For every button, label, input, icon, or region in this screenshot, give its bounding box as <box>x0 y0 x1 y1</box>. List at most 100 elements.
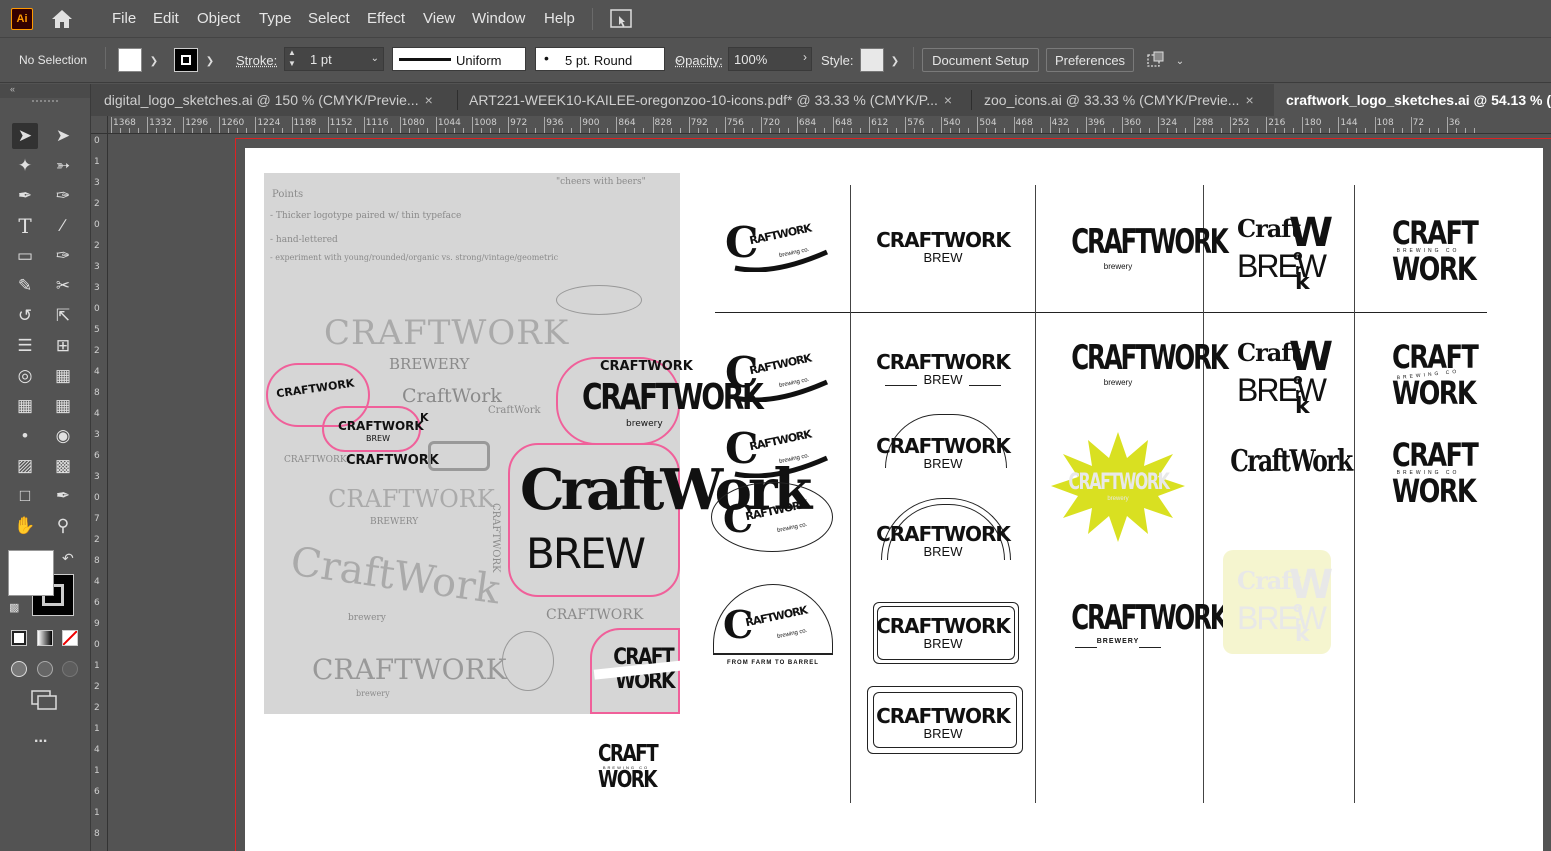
logo-cream-tile[interactable]: Craft W BREW o r k <box>1223 550 1333 654</box>
logo-craftwork-brew-5[interactable]: CRAFTWORK BREW <box>863 614 1023 651</box>
mesh-tool[interactable]: ▦ <box>12 393 38 419</box>
tab-craftwork-logo-sketches[interactable]: craftwork_logo_sketches.ai @ 54.13 % (C <box>1274 84 1551 116</box>
rotate-tool[interactable]: ↺ <box>12 303 38 329</box>
scissors-tool[interactable]: ✂ <box>50 273 76 299</box>
zoom-tool[interactable]: ⚲ <box>50 513 76 539</box>
menu-file[interactable]: File <box>112 10 136 27</box>
logo-arc-craftwork-3[interactable]: C RAFTWORK brewing co. <box>723 422 829 482</box>
draw-inside-icon[interactable] <box>62 661 78 677</box>
arrange-documents-button[interactable] <box>606 7 636 31</box>
panel-grip[interactable] <box>32 100 58 104</box>
warp-tool[interactable]: ☰ <box>12 333 38 359</box>
lasso-tool[interactable]: ➳ <box>50 153 76 179</box>
logo-starburst[interactable]: CRAFTWORK brewery <box>1049 430 1187 544</box>
artboard[interactable]: Points - Thicker logotype paired w/ thin… <box>245 148 1543 851</box>
logo-arc-craftwork-2[interactable]: C RAFTWORK brewing co. <box>723 346 829 406</box>
artboard-tool[interactable]: □ <box>12 483 38 509</box>
edit-toolbar-icon[interactable]: ... <box>34 729 47 747</box>
line-tool[interactable]: ∕ <box>50 213 76 239</box>
stepper-down-icon[interactable]: ▼ <box>288 59 296 68</box>
logo-craftwork-brewery-2[interactable]: CRAFTWORK brewery <box>1053 338 1229 387</box>
ruler-origin[interactable] <box>91 116 108 134</box>
logo-craft-w-stack-1[interactable]: Craft W BREW o r k <box>1235 210 1333 295</box>
close-icon[interactable]: × <box>425 92 433 108</box>
screen-mode-icon[interactable] <box>30 689 58 711</box>
opacity-field[interactable]: 100% › <box>728 47 812 71</box>
close-icon[interactable]: × <box>1245 92 1253 108</box>
gradient-mode-icon[interactable] <box>37 630 53 646</box>
color-mode-icon[interactable] <box>11 630 27 646</box>
brush-definition[interactable]: • 5 pt. Round ⌄ <box>535 47 684 71</box>
tab-digital-logo-sketches[interactable]: digital_logo_sketches.ai @ 150 % (CMYK/P… <box>104 84 464 116</box>
blend-tool[interactable]: ◉ <box>50 423 76 449</box>
perspective-grid-tool[interactable]: ▦ <box>50 363 76 389</box>
menu-effect[interactable]: Effect <box>367 10 405 27</box>
canvas[interactable]: Points - Thicker logotype paired w/ thin… <box>108 134 1551 851</box>
graphic-style-swatch[interactable] <box>860 48 884 72</box>
preferences-button[interactable]: Preferences <box>1046 48 1134 72</box>
tab-oregonzoo-icons[interactable]: ART221-WEEK10-KAILEE-oregonzoo-10-icons.… <box>469 84 969 116</box>
curvature-tool[interactable]: ✑ <box>50 183 76 209</box>
logo-arc-craftwork-1[interactable]: C RAFTWORK brewing co. <box>723 216 829 276</box>
stroke-label[interactable]: Stroke: <box>236 53 277 68</box>
logo-craft-work-stack-3[interactable]: CRAFT BREWING CO WORK <box>1383 439 1479 507</box>
logo-craftwork-brew-4[interactable]: CRAFTWORK BREW <box>863 522 1023 559</box>
horizontal-ruler[interactable]: 1368 1332 1296 1260 1224 1188 1152 1116 1080 1044… <box>91 116 1551 134</box>
shape-builder-tool[interactable]: ◎ <box>12 363 38 389</box>
logo-craftwork-brew-2[interactable]: CRAFTWORK BREW <box>863 350 1023 387</box>
stroke-weight-field[interactable]: ▲ ▼ 1 pt ⌄ <box>284 47 384 71</box>
draw-normal-icon[interactable] <box>11 661 27 677</box>
logo-craft-work-small[interactable]: CRAFT BREWING CO WORK <box>591 743 661 792</box>
tab-zoo-icons[interactable]: zoo_icons.ai @ 33.33 % (CMYK/Previe... × <box>984 84 1274 116</box>
stepper-up-icon[interactable]: ▲ <box>288 48 296 57</box>
stroke-swatch[interactable] <box>174 48 198 72</box>
slice-tool[interactable]: ✒ <box>50 483 76 509</box>
menu-view[interactable]: View <box>423 10 455 27</box>
style-dropdown-chevron-icon[interactable]: ❯ <box>887 51 903 71</box>
logo-craftwork-script[interactable]: CraftWork <box>1217 444 1353 479</box>
menu-type[interactable]: Type <box>259 10 292 27</box>
gradient-tool[interactable]: ▦ <box>50 393 76 419</box>
free-transform-tool[interactable]: ⊞ <box>50 333 76 359</box>
draw-behind-icon[interactable] <box>37 661 53 677</box>
variable-width-profile[interactable]: Uniform ⌄ <box>392 47 543 71</box>
symbol-sprayer-tool[interactable]: ▨ <box>12 453 38 479</box>
menu-help[interactable]: Help <box>544 10 575 27</box>
opacity-label[interactable]: Opacity: <box>675 53 723 68</box>
arrange-icon[interactable] <box>1146 50 1168 70</box>
chevron-down-icon[interactable]: ⌄ <box>1172 51 1188 71</box>
logo-craftwork-brew-3[interactable]: CRAFTWORK BREW <box>863 434 1023 471</box>
fill-swatch[interactable] <box>118 48 142 72</box>
rectangle-tool[interactable]: ▭ <box>12 243 38 269</box>
swap-colors-icon[interactable]: ↶ <box>62 550 74 567</box>
vertical-ruler[interactable]: 0 1 3 2 0 2 3 3 0 5 2 4 8 4 3 6 3 0 7 2 8 4 6 9 0 1 2 2 1 4 1 6 1 8 <box>91 134 108 851</box>
logo-craft-w-stack-2[interactable]: Craft W BREW o r k <box>1235 334 1333 419</box>
type-tool[interactable]: T <box>12 213 38 239</box>
document-setup-button[interactable]: Document Setup <box>922 48 1039 72</box>
logo-craft-work-stack-2[interactable]: CRAFT BREWING CO WORK <box>1383 341 1479 409</box>
paintbrush-tool[interactable]: ✑ <box>50 243 76 269</box>
selection-tool[interactable]: ➤ <box>12 123 38 149</box>
column-graph-tool[interactable]: ▩ <box>50 453 76 479</box>
home-button[interactable] <box>49 7 75 31</box>
logo-craftwork-brew-1[interactable]: CRAFTWORK BREW <box>863 228 1023 265</box>
logo-craftwork-brewery-3[interactable]: CRAFTWORK BREWERY <box>1053 598 1229 648</box>
stroke-dropdown-chevron-icon[interactable]: ❯ <box>202 51 218 71</box>
menu-select[interactable]: Select <box>308 10 350 27</box>
logo-arc-craftwork-5[interactable]: C RAFTWORK brewing co. <box>721 600 825 650</box>
close-icon[interactable]: × <box>944 92 952 108</box>
default-colors-icon[interactable]: ▩ <box>9 601 19 614</box>
menu-edit[interactable]: Edit <box>153 10 179 27</box>
magic-wand-tool[interactable]: ✦ <box>12 153 38 179</box>
logo-craftwork-brewery-1[interactable]: CRAFTWORK brewery <box>1053 222 1229 271</box>
scale-tool[interactable]: ⇱ <box>50 303 76 329</box>
logo-craft-work-stack-1[interactable]: CRAFT BREWING CO WORK <box>1383 217 1479 285</box>
direct-selection-tool[interactable]: ➤ <box>50 123 76 149</box>
fill-color-front[interactable] <box>8 550 54 596</box>
pen-tool[interactable]: ✒ <box>12 183 38 209</box>
menu-window[interactable]: Window <box>472 10 525 27</box>
fill-dropdown-chevron-icon[interactable]: ❯ <box>146 51 162 71</box>
menu-object[interactable]: Object <box>197 10 240 27</box>
none-mode-icon[interactable] <box>62 630 78 646</box>
hand-tool[interactable]: ✋ <box>12 513 38 539</box>
